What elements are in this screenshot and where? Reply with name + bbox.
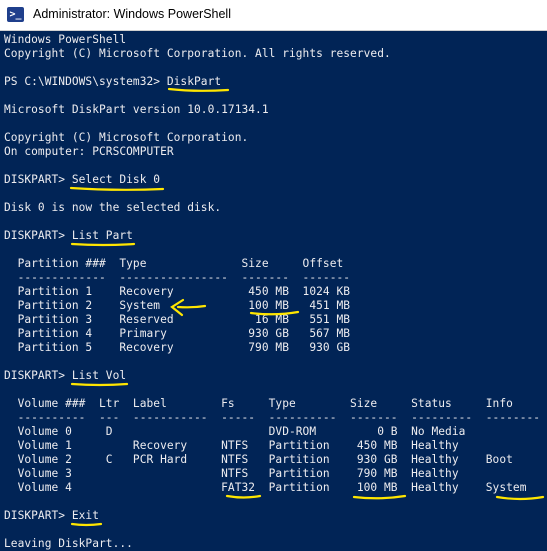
console-line: Disk 0 is now the selected disk.	[4, 201, 222, 214]
console-line: Volume 3 NTFS Partition 790 MB Healthy	[4, 467, 459, 480]
console-line: Volume 2 C PCR Hard NTFS Partition 930 G…	[4, 453, 513, 466]
console-line: Volume 4 FAT32 Partition 100 MB Healthy …	[4, 481, 527, 494]
console-line: Partition 4 Primary 930 GB 567 MB	[4, 327, 351, 340]
console-line: PS C:\WINDOWS\system32> DiskPart	[4, 75, 222, 88]
console-line: Partition 5 Recovery 790 MB 930 GB	[4, 341, 351, 354]
console-line: Copyright (C) Microsoft Corporation.	[4, 131, 249, 144]
console-line: DISKPART> Exit	[4, 509, 99, 522]
console-line: DISKPART> Select Disk 0	[4, 173, 161, 186]
console-line: ------------- ---------------- ------- -…	[4, 271, 351, 284]
console-line: Copyright (C) Microsoft Corporation. All…	[4, 47, 391, 60]
powershell-icon: >_	[7, 7, 24, 22]
console-line: Partition 3 Reserved 16 MB 551 MB	[4, 313, 351, 326]
console-line: Windows PowerShell	[4, 33, 127, 46]
console-line: Leaving DiskPart...	[4, 537, 133, 550]
console-line: Partition 2 System 100 MB 451 MB	[4, 299, 351, 312]
console-output[interactable]: Windows PowerShell Copyright (C) Microsof…	[4, 31, 547, 551]
console-line: Microsoft DiskPart version 10.0.17134.1	[4, 103, 269, 116]
console-line: Volume 0 D DVD-ROM 0 B No Media	[4, 425, 466, 438]
console-line: DISKPART> List Part	[4, 229, 133, 242]
console-line: Volume ### Ltr Label Fs Type Size Status…	[4, 397, 513, 410]
console-line: Partition ### Type Size Offset	[4, 257, 344, 270]
console-line: Volume 1 Recovery NTFS Partition 450 MB …	[4, 439, 459, 452]
console-line: Partition 1 Recovery 450 MB 1024 KB	[4, 285, 351, 298]
window-title: Administrator: Windows PowerShell	[33, 7, 231, 21]
console-line: ---------- --- ----------- ----- -------…	[4, 411, 541, 424]
console-line: On computer: PCRSCOMPUTER	[4, 145, 174, 158]
title-bar[interactable]: >_ Administrator: Windows PowerShell	[0, 0, 547, 31]
console-line: DISKPART> List Vol	[4, 369, 127, 382]
